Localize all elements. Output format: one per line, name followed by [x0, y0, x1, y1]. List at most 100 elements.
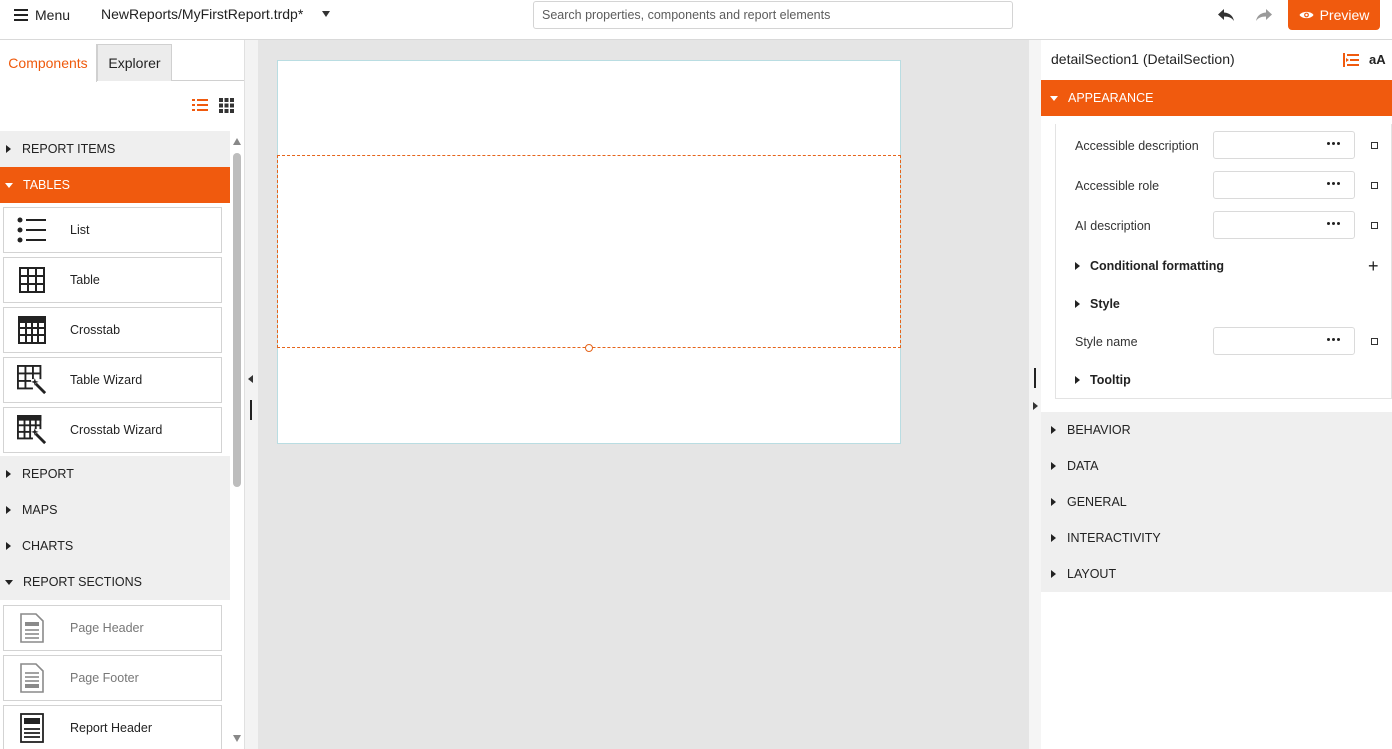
- table-icon: [17, 265, 47, 295]
- expand-icon: [6, 145, 11, 153]
- prop-label: AI description: [1075, 219, 1151, 233]
- splitter-grip[interactable]: [1034, 368, 1036, 388]
- style-group[interactable]: Style: [1075, 297, 1120, 311]
- component-label: Table Wizard: [70, 373, 143, 387]
- category-general[interactable]: GENERAL: [1041, 484, 1392, 520]
- expand-icon: [1051, 462, 1056, 470]
- category-interactivity[interactable]: INTERACTIVITY: [1041, 520, 1392, 556]
- redo-icon[interactable]: [1252, 5, 1276, 25]
- splitter-grip[interactable]: [250, 400, 252, 420]
- group-maps[interactable]: MAPS: [0, 492, 230, 528]
- group-report[interactable]: REPORT: [0, 456, 230, 492]
- components-panel: Components Explorer REPORT ITEMS TABLES …: [0, 40, 245, 749]
- component-crosstab[interactable]: Crosstab: [3, 307, 222, 353]
- component-page-header[interactable]: Page Header: [3, 605, 222, 651]
- group-label: REPORT: [22, 467, 74, 481]
- group-label: MAPS: [22, 503, 58, 517]
- detail-section[interactable]: [277, 155, 901, 348]
- category-behavior[interactable]: BEHAVIOR: [1041, 412, 1392, 448]
- group-label: REPORT ITEMS: [22, 142, 116, 156]
- undo-icon[interactable]: [1214, 5, 1238, 25]
- accessible-role-field[interactable]: [1213, 171, 1355, 199]
- ellipsis-icon[interactable]: [1327, 142, 1340, 145]
- alphabetical-view-icon[interactable]: aA: [1369, 52, 1386, 67]
- collapse-icon: [5, 579, 13, 585]
- add-icon[interactable]: +: [1368, 257, 1379, 275]
- ellipsis-icon[interactable]: [1327, 222, 1340, 225]
- component-crosstab-wizard[interactable]: Crosstab Wizard: [3, 407, 222, 453]
- resize-handle[interactable]: [585, 344, 593, 352]
- group-label: CHARTS: [22, 539, 74, 553]
- list-icon: [17, 215, 47, 245]
- component-label: Crosstab: [70, 323, 121, 337]
- expand-icon: [1075, 300, 1080, 308]
- expand-icon: [1051, 570, 1056, 578]
- reset-icon[interactable]: [1371, 222, 1378, 229]
- collapse-icon: [1050, 95, 1058, 101]
- scroll-thumb[interactable]: [233, 153, 241, 487]
- menu-button[interactable]: Menu: [14, 6, 70, 24]
- ellipsis-icon[interactable]: [1327, 338, 1340, 341]
- preview-label: Preview: [1319, 7, 1370, 23]
- reset-icon[interactable]: [1371, 142, 1378, 149]
- expand-icon: [1051, 534, 1056, 542]
- prop-label: Style name: [1075, 335, 1138, 349]
- tab-explorer[interactable]: Explorer: [97, 44, 172, 81]
- crosstab-icon: [17, 315, 47, 345]
- preview-button[interactable]: Preview: [1288, 0, 1380, 30]
- category-data[interactable]: DATA: [1041, 448, 1392, 484]
- group-charts[interactable]: CHARTS: [0, 528, 230, 564]
- category-label: DATA: [1067, 459, 1099, 473]
- grid-view-icon[interactable]: [219, 98, 234, 113]
- selected-item-title: detailSection1 (DetailSection): [1051, 51, 1235, 67]
- group-label: REPORT SECTIONS: [23, 575, 143, 589]
- left-splitter[interactable]: [245, 40, 258, 749]
- component-label: List: [70, 223, 90, 237]
- component-report-header[interactable]: Report Header: [3, 705, 222, 749]
- component-label: Crosstab Wizard: [70, 423, 163, 437]
- style-name-field[interactable]: [1213, 327, 1355, 355]
- component-table[interactable]: Table: [3, 257, 222, 303]
- tab-components[interactable]: Components: [0, 44, 97, 82]
- expand-icon: [6, 542, 11, 550]
- tooltip-group[interactable]: Tooltip: [1075, 373, 1131, 387]
- category-label: LAYOUT: [1067, 567, 1117, 581]
- report-header-icon: [17, 713, 47, 743]
- right-splitter[interactable]: [1029, 40, 1041, 749]
- group-report-sections[interactable]: REPORT SECTIONS: [0, 564, 230, 600]
- group-report-items[interactable]: REPORT ITEMS: [0, 131, 230, 167]
- component-label: Page Header: [70, 621, 144, 635]
- sub-group-label: Conditional formatting: [1090, 259, 1225, 273]
- menu-label: Menu: [35, 7, 71, 23]
- list-view-icon[interactable]: [192, 98, 208, 112]
- conditional-formatting-group[interactable]: Conditional formatting: [1075, 259, 1224, 273]
- group-tables[interactable]: TABLES: [0, 167, 230, 203]
- sub-group-label: Style: [1090, 297, 1120, 311]
- component-page-footer[interactable]: Page Footer: [3, 655, 222, 701]
- reset-icon[interactable]: [1371, 338, 1378, 345]
- category-label: BEHAVIOR: [1067, 423, 1131, 437]
- accessible-description-field[interactable]: [1213, 131, 1355, 159]
- scroll-up-icon[interactable]: [233, 138, 241, 145]
- ai-description-field[interactable]: [1213, 211, 1355, 239]
- category-label: INTERACTIVITY: [1067, 531, 1161, 545]
- document-dropdown-icon[interactable]: [322, 11, 330, 17]
- expand-icon: [1075, 376, 1080, 384]
- prop-label: Accessible role: [1075, 179, 1160, 193]
- categorized-view-icon[interactable]: [1343, 53, 1359, 67]
- component-table-wizard[interactable]: Table Wizard: [3, 357, 222, 403]
- scroll-down-icon[interactable]: [233, 735, 241, 742]
- category-layout[interactable]: LAYOUT: [1041, 556, 1392, 592]
- reset-icon[interactable]: [1371, 182, 1378, 189]
- collapse-left-icon[interactable]: [248, 375, 253, 383]
- category-appearance[interactable]: APPEARANCE: [1041, 80, 1392, 116]
- ellipsis-icon[interactable]: [1327, 182, 1340, 185]
- hamburger-icon: [14, 9, 28, 21]
- expand-icon: [6, 506, 11, 514]
- properties-panel: detailSection1 (DetailSection) aA APPEAR…: [1041, 40, 1392, 749]
- appearance-properties: Accessible description Accessible role A…: [1055, 124, 1392, 399]
- component-list[interactable]: List: [3, 207, 222, 253]
- search-input[interactable]: [533, 1, 1013, 29]
- collapse-right-icon[interactable]: [1033, 402, 1038, 410]
- page-footer-icon: [17, 663, 47, 693]
